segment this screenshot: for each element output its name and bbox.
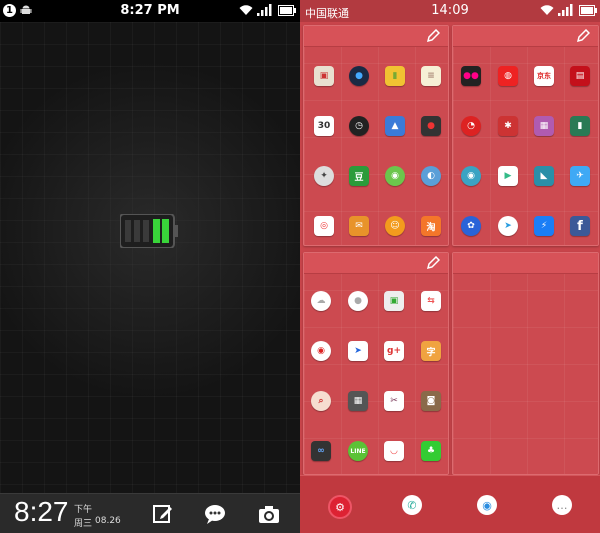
browser-app-icon[interactable]: ◐ xyxy=(421,166,441,186)
messenger-app-icon[interactable]: ⚡ xyxy=(534,216,554,236)
theme-app-icon[interactable]: ✂ xyxy=(384,391,404,411)
weekday-label: 周三 xyxy=(74,519,93,529)
note-icon[interactable] xyxy=(152,503,174,525)
notes-app-icon[interactable]: ≡ xyxy=(421,66,441,86)
messaging-icon[interactable]: … xyxy=(552,495,572,515)
pencil-icon[interactable] xyxy=(576,29,590,43)
calendar-app-icon[interactable]: 30 xyxy=(314,116,334,136)
date-label: 08.26 xyxy=(95,516,121,526)
status-time: 14:09 xyxy=(431,3,469,18)
battery-status-icon xyxy=(278,5,296,16)
folder-top-left[interactable]: ▣ ● ▮ ≡ 30 ◷ ▲ ● ✦ 豆 ◉ ◐ ◎ ✉ ☺ 淘 xyxy=(303,25,449,246)
evernote-app-icon[interactable]: ♣ xyxy=(421,441,441,461)
right-screen: 中国联通 14:09 ▣ ● ▮ ≡ 30 ◷ ▲ ● ✦ 豆 ◉ ◐ ◎ ✉ … xyxy=(300,0,600,533)
folder-top-right[interactable]: ●● ◍ 京东 ▤ ◔ ✱ ▦ ▮ ◉ ▶ ◣ ✈ ✿ ➤ ⚡ f xyxy=(452,25,599,246)
phone-icon[interactable]: ✆ xyxy=(402,495,422,515)
cloud-app-icon[interactable]: ☁ xyxy=(311,291,331,311)
weibo-app-icon[interactable]: ◎ xyxy=(314,216,334,236)
google-plus-app-icon[interactable]: g+ xyxy=(384,341,404,361)
status-time: 8:27 PM xyxy=(120,3,180,18)
browser-dock-icon[interactable]: ◉ xyxy=(477,495,497,515)
gamepad-app-icon[interactable]: ▦ xyxy=(534,116,554,136)
settings-icon[interactable]: ⚙ xyxy=(328,495,352,519)
calculator-app-icon[interactable]: ▦ xyxy=(348,391,368,411)
music-app-icon[interactable]: ◉ xyxy=(311,341,331,361)
camera-icon[interactable] xyxy=(258,503,280,525)
folder-bottom-right[interactable] xyxy=(452,252,599,475)
signal-icon xyxy=(558,4,573,16)
play-store-app-icon[interactable]: ▶ xyxy=(498,166,518,186)
instagram-app-icon[interactable]: ◙ xyxy=(421,391,441,411)
folder-bottom-left[interactable]: ☁ ● ▣ ⇆ ◉ ➤ g+ 字 ⌕ ▦ ✂ ◙ ∞ LINE ◡ ♣ xyxy=(303,252,449,475)
pencil-icon[interactable] xyxy=(426,256,440,270)
message-icon[interactable] xyxy=(204,503,226,525)
app-store-icon[interactable]: ▣ xyxy=(314,66,334,86)
tmall-app-icon[interactable]: ▤ xyxy=(570,66,590,86)
taobao-app-icon[interactable]: 淘 xyxy=(421,216,441,236)
evernote-green-app-icon[interactable]: ▮ xyxy=(570,116,590,136)
screenshot-app-icon[interactable]: ▣ xyxy=(384,291,404,311)
signal-icon xyxy=(257,4,272,16)
wifi-icon xyxy=(540,5,554,15)
baidu-app-icon[interactable]: ✿ xyxy=(461,216,481,236)
camera-app-icon[interactable]: ● xyxy=(349,66,369,86)
twitter-app-icon[interactable]: ✈ xyxy=(570,166,590,186)
battery-status-icon xyxy=(579,5,597,16)
clock-app-icon[interactable]: ◷ xyxy=(349,116,369,136)
dock: ⚙ ✆ ◉ … xyxy=(300,475,600,533)
charging-battery-icon xyxy=(120,214,178,248)
mail-send-app-icon[interactable]: ➤ xyxy=(348,341,368,361)
folder-header xyxy=(304,26,448,47)
folder-header xyxy=(453,26,598,47)
pencil-icon[interactable] xyxy=(426,29,440,43)
facebook-app-icon[interactable]: f xyxy=(570,216,590,236)
folder-header xyxy=(453,253,598,274)
clock: 8:27 xyxy=(14,496,69,527)
folder-header xyxy=(304,253,448,274)
netease-app-icon[interactable]: ◔ xyxy=(461,116,481,136)
telegram-app-icon[interactable]: ➤ xyxy=(498,216,518,236)
flickr-app-icon[interactable]: ●● xyxy=(461,66,481,86)
line-app-icon[interactable]: LINE xyxy=(348,441,368,461)
record-app-icon[interactable]: ● xyxy=(421,116,441,136)
jd-app-icon[interactable]: 京东 xyxy=(534,66,554,86)
chart-app-icon[interactable]: ▮ xyxy=(385,66,405,86)
remote-app-icon[interactable]: ∞ xyxy=(311,441,331,461)
contacts-app-icon[interactable]: ☺ xyxy=(385,216,405,236)
lockscreen-bar: 8:27 下午 周三 08.26 xyxy=(0,493,300,533)
gallery-app-icon[interactable]: ▲ xyxy=(385,116,405,136)
wechat-app-icon[interactable]: ◉ xyxy=(385,166,405,186)
voice-app-icon[interactable]: ● xyxy=(348,291,368,311)
status-bar: 中国联通 14:09 xyxy=(300,0,600,22)
tv-app-icon[interactable]: ◣ xyxy=(534,166,554,186)
mi-game-app-icon[interactable]: ◍ xyxy=(498,66,518,86)
ladybug-app-icon[interactable]: ✱ xyxy=(498,116,518,136)
ampm-label: 下午 xyxy=(74,505,93,515)
wifi-icon xyxy=(239,5,253,15)
pocket-app-icon[interactable]: ◡ xyxy=(384,441,404,461)
douban-app-icon[interactable]: 豆 xyxy=(349,166,369,186)
cloud-sync-app-icon[interactable]: ⇆ xyxy=(421,291,441,311)
mail-app-icon[interactable]: ✉ xyxy=(349,216,369,236)
fonts-app-icon[interactable]: 字 xyxy=(421,341,441,361)
car-app-icon[interactable]: ✦ xyxy=(314,166,334,186)
left-screen: 1 8:27 PM 8:27 下午 周三 08.26 xyxy=(0,0,300,533)
search-app-icon[interactable]: ⌕ xyxy=(311,391,331,411)
maps-app-icon[interactable]: ◉ xyxy=(461,166,481,186)
status-bar: 1 8:27 PM xyxy=(0,0,300,22)
